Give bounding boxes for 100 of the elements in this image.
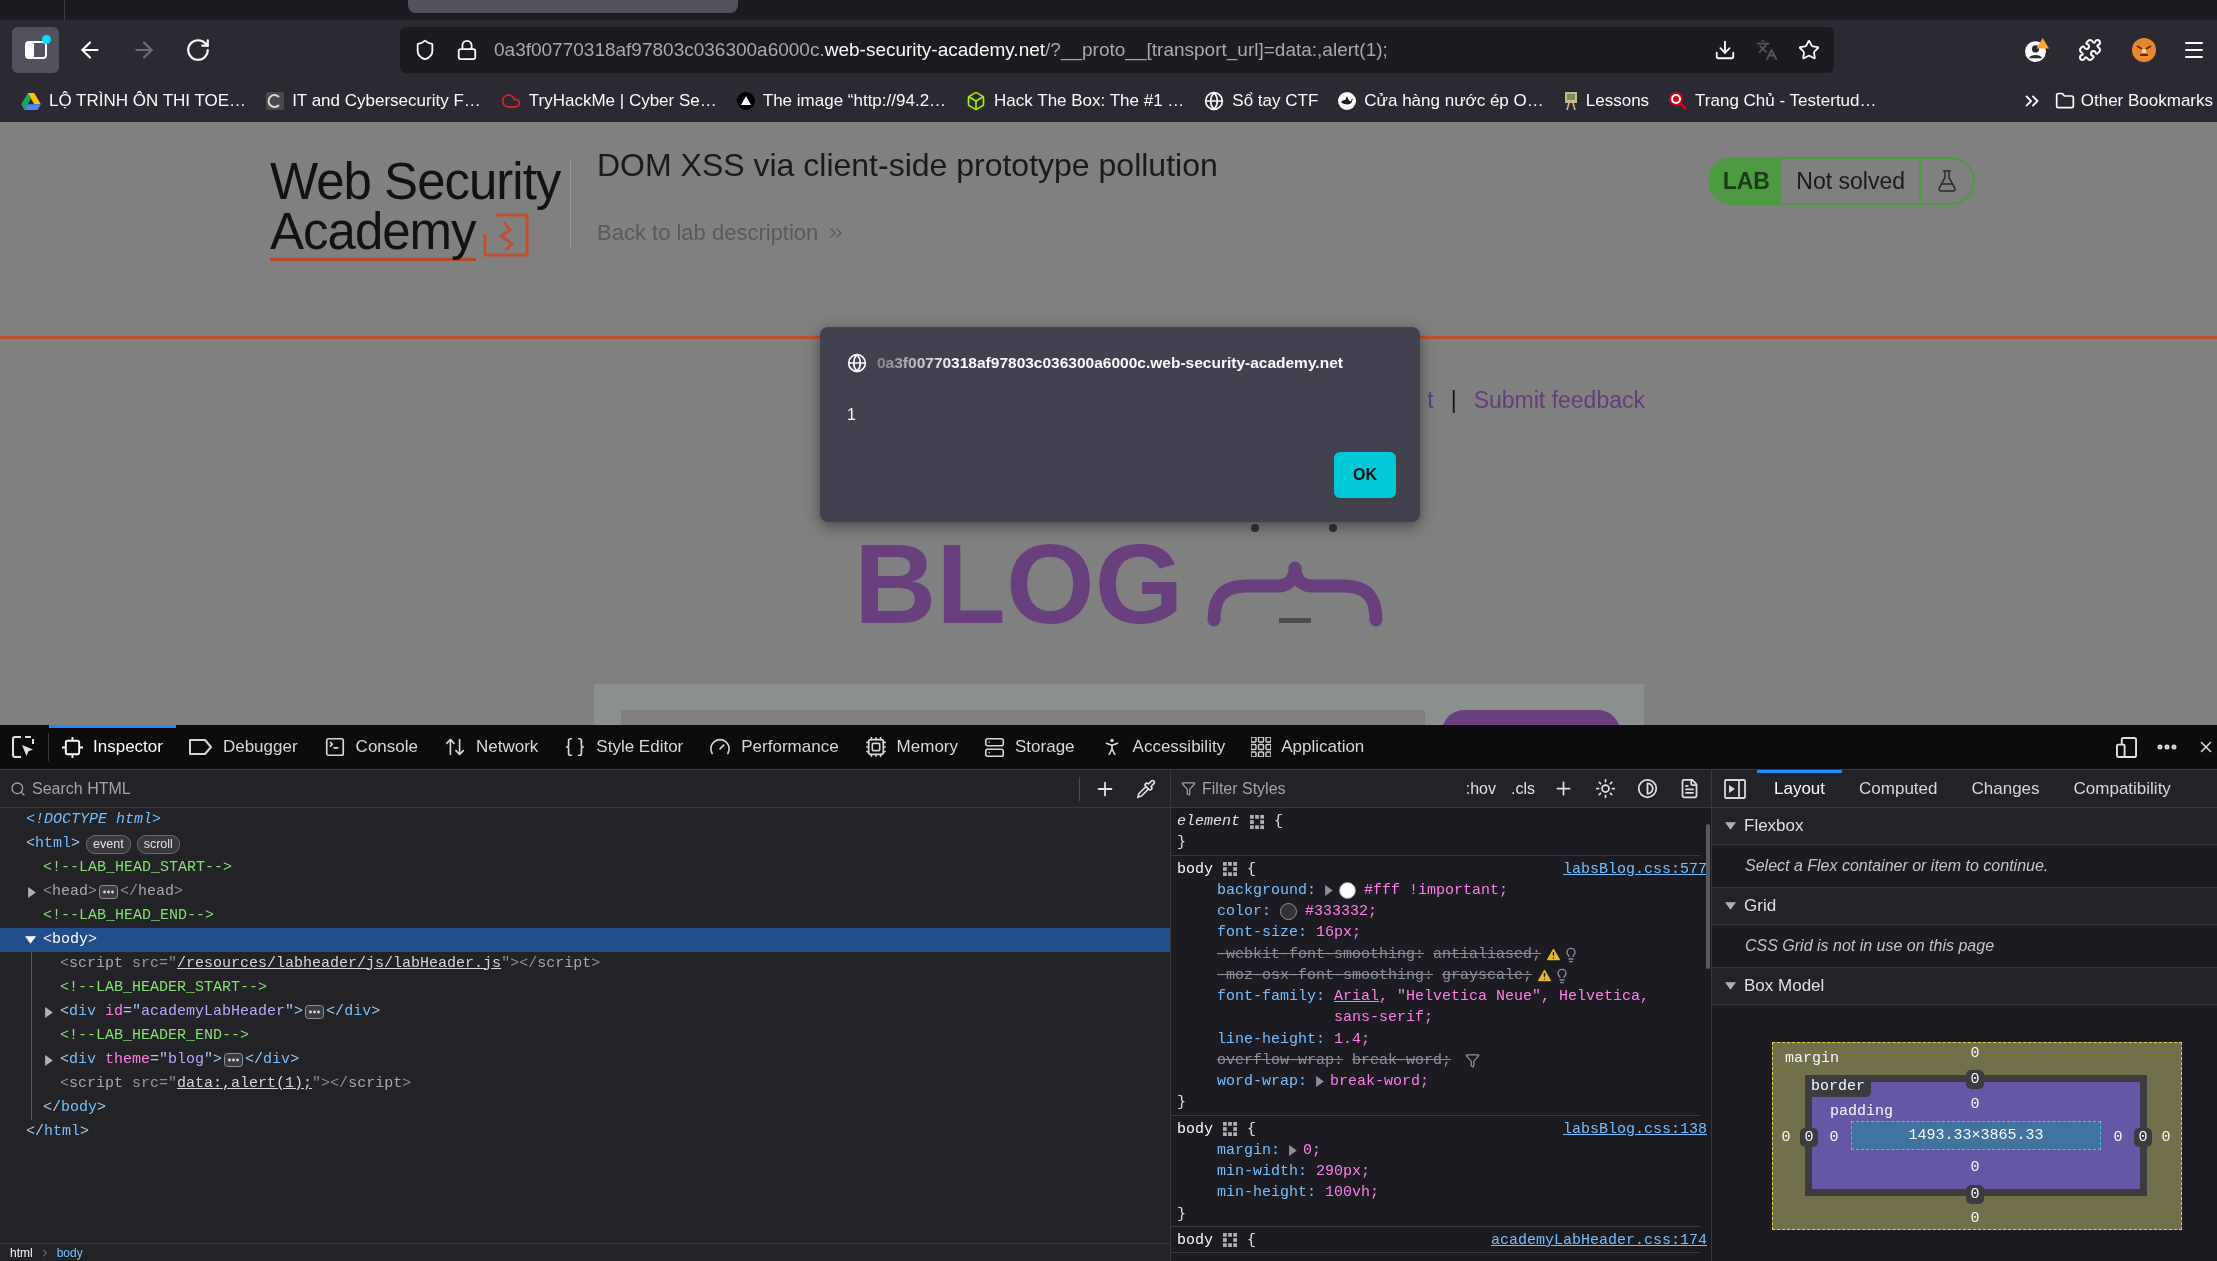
filter-styles-field[interactable]: Filter Styles [1202,773,1466,804]
caret-down-icon[interactable] [25,936,36,944]
section-header[interactable]: Flexbox [1712,808,2217,845]
lock-icon[interactable] [456,39,478,61]
property-name[interactable]: line-height: [1217,1028,1326,1050]
caret-right-icon[interactable] [1325,884,1334,896]
bookmark-item[interactable]: Lessons [1558,85,1655,117]
property-name[interactable]: min-height: [1217,1182,1317,1204]
markup-row[interactable]: <script src="data:,alert(1);"></script> [32,1072,1170,1096]
border-value[interactable]: 0 [1966,1070,1984,1089]
margin-value[interactable]: 0 [1966,1209,1984,1228]
dotted-square-icon[interactable] [1223,862,1237,877]
panel-toggle-icon[interactable] [1724,778,1746,799]
margin-value[interactable]: 0 [1777,1128,1795,1147]
scrollbar-thumb[interactable] [1706,824,1710,969]
bookmark-item[interactable]: The image “http://94.2… [731,85,952,117]
property-value[interactable]: 1.4; [1334,1028,1371,1050]
logo-text[interactable]: Web Security [270,154,561,209]
sidebar-button[interactable] [12,27,59,73]
color-swatch-icon[interactable] [1339,881,1357,899]
download-icon[interactable] [1714,39,1736,61]
sidebar-tab[interactable]: Changes [1954,770,2057,807]
devices-icon[interactable] [2116,736,2137,758]
section-header[interactable]: Box Model [1712,968,2217,1005]
caret-down-icon[interactable] [1725,982,1736,990]
caret-down-icon[interactable] [1725,822,1736,830]
border-value[interactable]: 0 [1966,1185,1984,1204]
markup-row[interactable]: <div theme="blog"> </div> [32,1048,1170,1072]
property-value[interactable]: 290px; [1316,1161,1371,1183]
filter-icon[interactable] [1465,1052,1481,1068]
ellipsis-icon[interactable] [224,1053,244,1067]
markup-row[interactable]: </html> [0,1120,1170,1144]
markup-row[interactable]: <!--LAB_HEAD_END--> [0,904,1170,928]
contrast-icon[interactable] [1637,778,1658,799]
devtools-tab[interactable]: Console [310,725,431,769]
pseudo-class-toggle[interactable]: .cls [1511,776,1535,801]
warning-icon[interactable] [1545,945,1563,963]
pseudo-class-toggle[interactable]: :hov [1465,776,1496,801]
property-value[interactable]: Arial, "Helvetica Neue", Helvetica, sans-serif; [1334,986,1701,1029]
bookmark-item[interactable]: IT and Cybersecurity F… [261,85,486,117]
source-link[interactable]: labsBlog.css:138 [1562,1118,1707,1140]
devtools-tab[interactable]: Performance [696,725,852,769]
content-size[interactable]: 1493.33×3865.33 [1851,1121,2101,1150]
address-bar[interactable]: 0a3f00770318af97803c036300a6000c.web-security-academy.net/?__proto__[transport_url]=data:,alert(1); [400,27,1834,73]
sidebar-tab[interactable]: Compatibility [2056,770,2188,807]
caret-right-icon[interactable] [1316,1076,1324,1087]
markup-row[interactable]: <head> </head> [0,880,1170,904]
css-selector[interactable]: body [1177,1118,1213,1140]
devtools-tab[interactable]: Memory [851,725,971,769]
puzzle-icon[interactable] [2078,38,2102,62]
caret-right-icon[interactable] [28,886,36,898]
border-value[interactable]: 0 [1800,1128,1818,1147]
color-swatch-icon[interactable] [1280,903,1297,920]
property-name[interactable]: min-width: [1217,1161,1307,1183]
cursor-box-icon[interactable] [11,735,35,759]
bookmark-item[interactable]: TryHackMe | Cyber Se… [495,85,722,117]
breadcrumb[interactable]: body [56,1245,83,1260]
property-name[interactable]: font-family: [1217,986,1326,1008]
caret-right-icon[interactable] [45,1054,53,1066]
caret-down-icon[interactable] [1725,902,1736,910]
font-link[interactable]: Arial [1334,988,1380,1005]
bookmark-folder[interactable]: Other Bookmarks [2054,85,2213,117]
property-name[interactable]: word-wrap: [1217,1071,1307,1093]
dotted-square-icon[interactable] [1250,814,1264,829]
ellipsis-icon[interactable] [305,1005,325,1019]
padding-value[interactable]: 0 [2109,1128,2127,1147]
search-html-field[interactable]: Search HTML [32,773,1079,804]
sun-icon[interactable] [1595,778,1616,799]
source-link[interactable]: labsBlog.css:577 [1562,858,1707,880]
devtools-tab[interactable]: Application [1238,725,1378,769]
margin-value[interactable]: 0 [2157,1128,2175,1147]
markup-row[interactable]: <script src="/resources/labheader/js/labHeader.js"></script> [32,952,1170,976]
bookmark-item[interactable]: Hack The Box: The #1 … [961,85,1190,117]
account-icon[interactable] [2023,37,2049,63]
property-name[interactable]: -webkit-font-smoothing: [1217,943,1425,965]
property-name[interactable]: margin: [1217,1139,1280,1161]
reload-icon[interactable] [185,37,211,63]
section-header[interactable]: Grid [1712,888,2217,925]
css-selector[interactable]: element [1177,811,1240,833]
shield-icon[interactable] [414,39,436,61]
logo-text[interactable]: Academy [270,209,476,261]
devtools-tab[interactable]: Storage [971,725,1088,769]
markup-badge[interactable]: scroll [136,834,180,854]
markup-row[interactable]: </body> [32,1096,1170,1120]
property-value[interactable]: antialiased; [1433,943,1542,965]
markup-row[interactable]: <div id="academyLabHeader"> </div> [32,1000,1170,1024]
source-link[interactable]: academyLabHeader.css:174 [1490,1229,1707,1251]
markup-row[interactable]: <!DOCTYPE html> [0,808,1170,832]
property-value[interactable]: #fff !important; [1364,879,1509,901]
devtools-tab[interactable]: Network [431,725,552,769]
property-name[interactable]: font-size: [1217,922,1307,944]
css-selector[interactable]: body [1177,858,1213,880]
dotted-square-icon[interactable] [1223,1233,1237,1248]
bookmark-item[interactable]: Trang Chủ - Testertud… [1664,85,1882,117]
ellipsis-icon[interactable] [99,885,119,899]
eyedropper-icon[interactable] [1136,778,1156,799]
padding-value[interactable]: 0 [1825,1128,1843,1147]
property-value[interactable]: #333332; [1305,901,1378,923]
devtools-tab[interactable]: Style Editor [551,725,697,769]
warning-icon[interactable] [1536,966,1554,984]
